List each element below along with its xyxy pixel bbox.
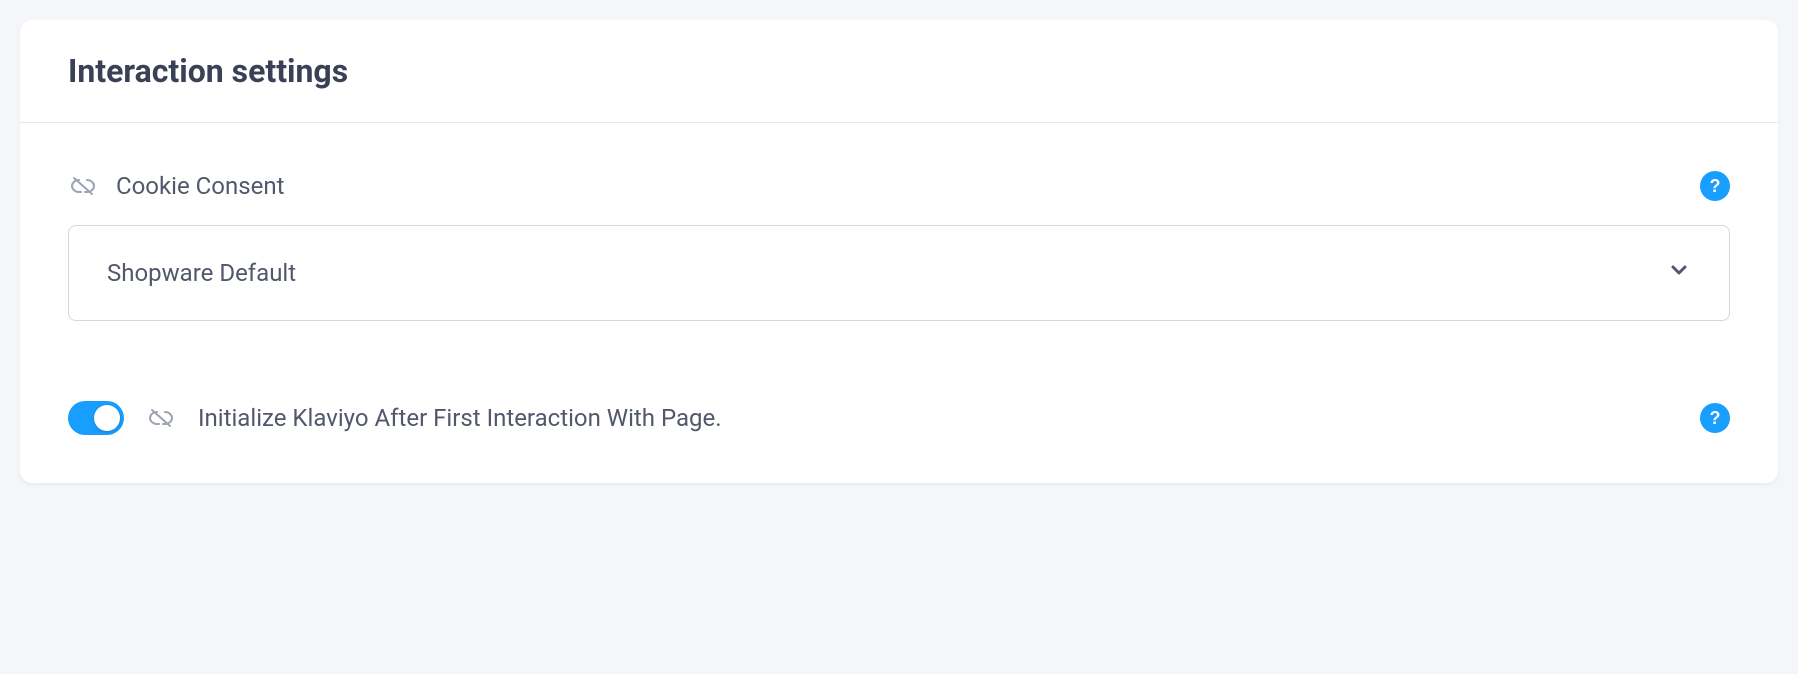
help-button-cookie-consent[interactable]: ? bbox=[1700, 171, 1730, 201]
help-icon: ? bbox=[1710, 408, 1721, 429]
init-klaviyo-label: Initialize Klaviyo After First Interacti… bbox=[198, 404, 722, 432]
chevron-down-icon bbox=[1667, 258, 1691, 288]
settings-card: Interaction settings Cookie Consent ? bbox=[20, 20, 1778, 483]
field-label-row: Cookie Consent ? bbox=[68, 171, 1730, 201]
toggle-row: Initialize Klaviyo After First Interacti… bbox=[68, 401, 1730, 435]
inherit-icon bbox=[68, 176, 98, 196]
inherit-icon bbox=[146, 408, 176, 428]
toggle-left: Initialize Klaviyo After First Interacti… bbox=[68, 401, 722, 435]
cookie-consent-label: Cookie Consent bbox=[116, 172, 284, 200]
card-body: Cookie Consent ? Shopware Default bbox=[20, 123, 1778, 483]
cookie-consent-select[interactable]: Shopware Default bbox=[68, 225, 1730, 321]
help-icon: ? bbox=[1710, 176, 1721, 197]
card-header: Interaction settings bbox=[20, 20, 1778, 123]
init-klaviyo-field: Initialize Klaviyo After First Interacti… bbox=[68, 401, 1730, 435]
toggle-knob bbox=[94, 405, 120, 431]
init-klaviyo-toggle[interactable] bbox=[68, 401, 124, 435]
cookie-consent-field: Cookie Consent ? Shopware Default bbox=[68, 171, 1730, 321]
select-control[interactable]: Shopware Default bbox=[68, 225, 1730, 321]
select-value: Shopware Default bbox=[107, 259, 296, 287]
card-title: Interaction settings bbox=[68, 52, 1730, 90]
help-button-init-klaviyo[interactable]: ? bbox=[1700, 403, 1730, 433]
field-label-left: Cookie Consent bbox=[68, 172, 284, 200]
